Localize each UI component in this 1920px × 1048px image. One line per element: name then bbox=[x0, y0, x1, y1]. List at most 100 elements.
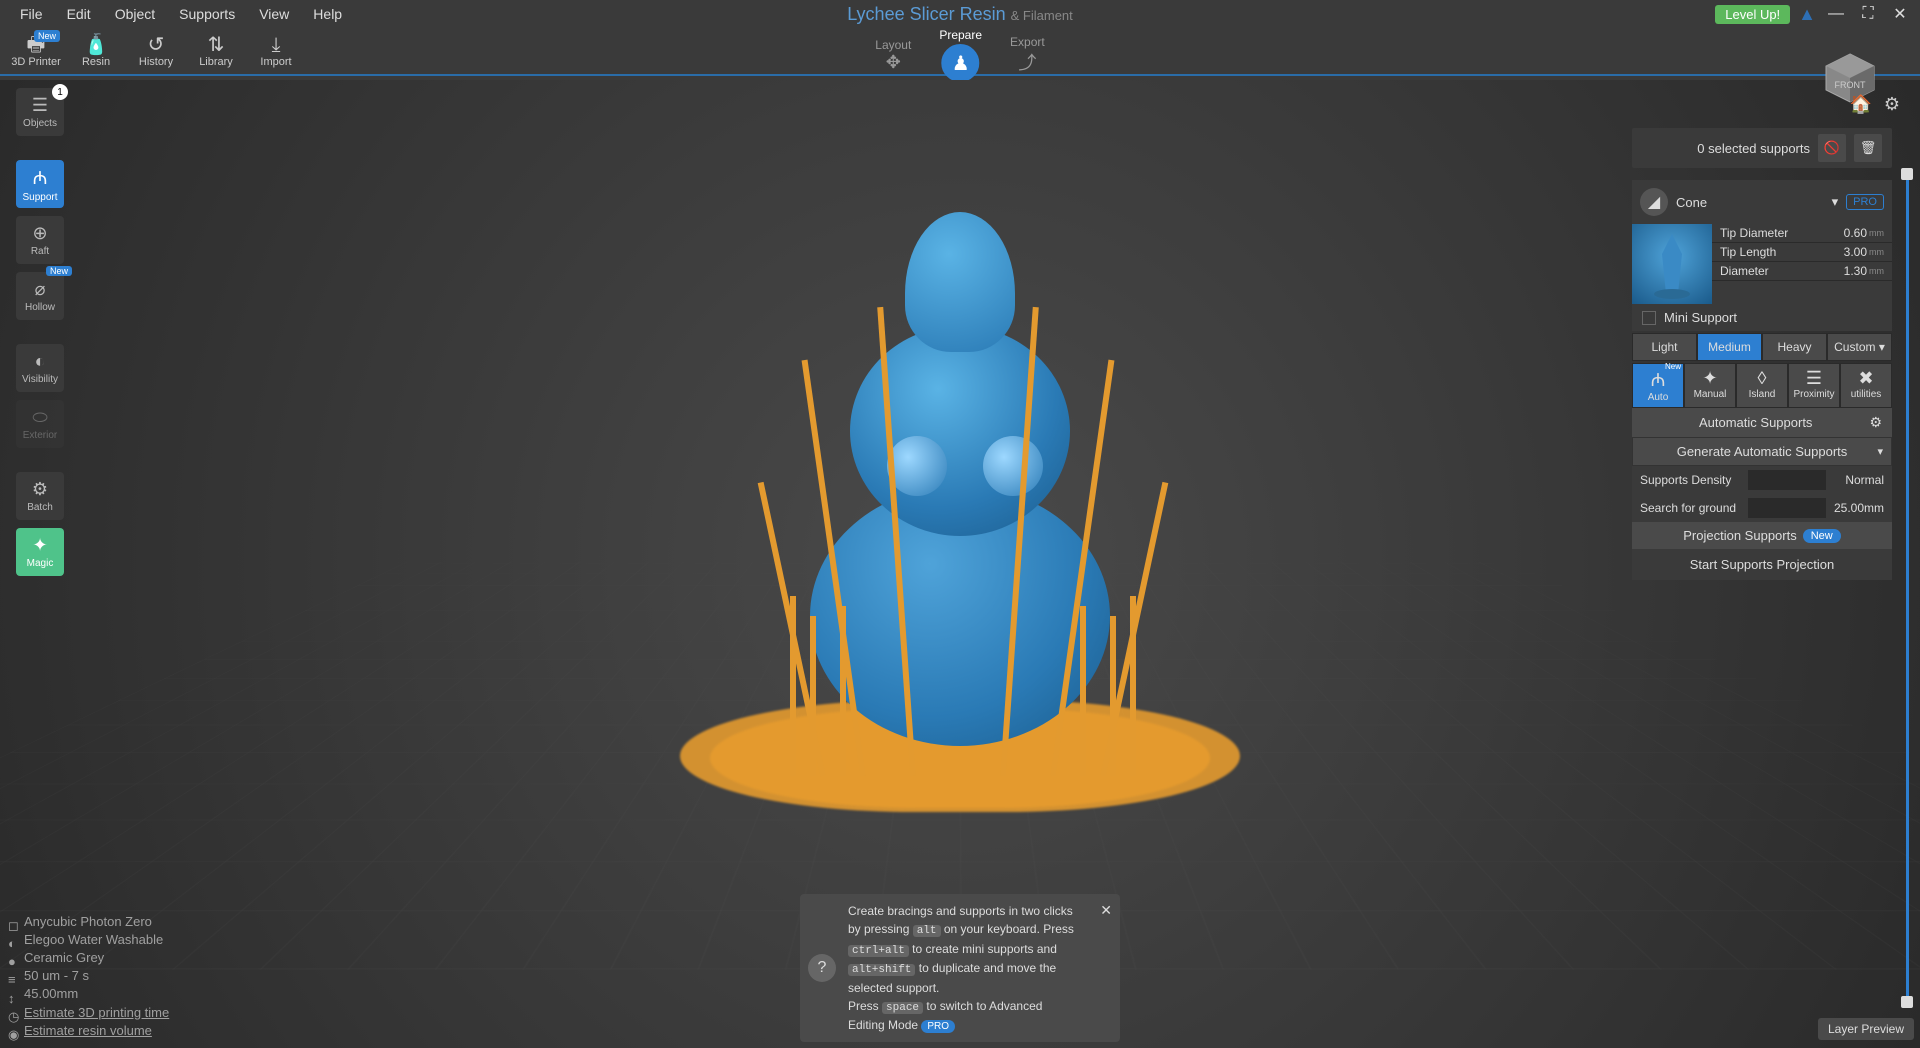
printer-bullet-icon: ◻ bbox=[8, 917, 18, 927]
info-color: Ceramic Grey bbox=[24, 949, 104, 967]
hide-icon[interactable]: 🚫 bbox=[1818, 134, 1846, 162]
mode-island[interactable]: ◊ Island bbox=[1736, 363, 1788, 408]
sidebar-objects[interactable]: 1 ☰ Objects bbox=[16, 88, 64, 136]
tab-prepare[interactable]: Prepare ♟ bbox=[931, 24, 990, 86]
kbd-alt: alt bbox=[913, 925, 941, 937]
size-heavy[interactable]: Heavy bbox=[1762, 333, 1827, 361]
automatic-supports-title: Automatic Supports bbox=[1642, 415, 1869, 430]
sidebar-support[interactable]: ₼ Support bbox=[16, 160, 64, 208]
layer-handle-top[interactable] bbox=[1901, 168, 1913, 180]
resin-button[interactable]: 🧴 Resin bbox=[68, 34, 124, 68]
maximize-button[interactable]: ⛶ bbox=[1856, 2, 1880, 26]
level-up-button[interactable]: Level Up! bbox=[1715, 5, 1790, 24]
tip-diameter-value[interactable]: 0.60 bbox=[1844, 226, 1867, 240]
mode-auto[interactable]: New ₼ Auto bbox=[1632, 363, 1684, 408]
layer-handle-bottom[interactable] bbox=[1901, 996, 1913, 1008]
batch-icon: ⚙ bbox=[32, 479, 48, 500]
resin-bullet-icon: ◐ bbox=[8, 935, 18, 945]
kbd-space: space bbox=[882, 1002, 923, 1014]
batch-label: Batch bbox=[27, 502, 53, 513]
estimate-time-link[interactable]: Estimate 3D printing time bbox=[24, 1004, 169, 1022]
mode-proximity[interactable]: ☰ Proximity bbox=[1788, 363, 1840, 408]
layer-preview-button[interactable]: Layer Preview bbox=[1818, 1018, 1914, 1040]
import-button[interactable]: ⤓ Import bbox=[248, 34, 304, 68]
menu-file[interactable]: File bbox=[8, 2, 55, 26]
support-label: Support bbox=[22, 192, 57, 203]
sidebar-visibility[interactable]: ◐ Visibility bbox=[16, 344, 64, 392]
help-icon[interactable]: ? bbox=[808, 954, 836, 982]
gear-icon[interactable]: ⚙ bbox=[1884, 94, 1900, 115]
height-bullet-icon: ↕ bbox=[8, 990, 18, 1000]
auto-settings-gear-icon[interactable]: ⚙ bbox=[1869, 414, 1882, 431]
sidebar-magic[interactable]: ✦ Magic bbox=[16, 528, 64, 576]
start-projection-button[interactable]: Start Supports Projection bbox=[1632, 549, 1892, 580]
magic-icon: ✦ bbox=[32, 535, 47, 556]
tip-box: ? ✕ Create bracings and supports in two … bbox=[800, 894, 1120, 1042]
history-label: History bbox=[139, 56, 173, 68]
search-ground-label: Search for ground bbox=[1640, 501, 1740, 515]
home-icon[interactable]: 🏠 bbox=[1849, 94, 1871, 115]
navcube-label: FRONT bbox=[1835, 80, 1866, 90]
info-resin: Elegoo Water Washable bbox=[24, 931, 163, 949]
printer-button[interactable]: New 🖶 3D Printer bbox=[8, 34, 64, 68]
exterior-icon: ⬭ bbox=[32, 407, 47, 428]
menu-view[interactable]: View bbox=[247, 2, 301, 26]
support-thumbnail bbox=[1632, 224, 1712, 304]
menu-edit[interactable]: Edit bbox=[55, 2, 103, 26]
unit-mm: mm bbox=[1869, 228, 1884, 238]
minimize-button[interactable]: — bbox=[1824, 2, 1848, 26]
island-icon: ◊ bbox=[1758, 368, 1767, 389]
auto-icon: ₼ bbox=[1651, 368, 1666, 392]
color-bullet-icon: ● bbox=[8, 953, 18, 963]
warning-icon[interactable]: ▲ bbox=[1798, 4, 1816, 25]
app-title-sub: & Filament bbox=[1011, 8, 1073, 23]
chevron-down-icon[interactable]: ▾ bbox=[1832, 194, 1839, 210]
tip-length-value[interactable]: 3.00 bbox=[1844, 245, 1867, 259]
tab-export-label: Export bbox=[1010, 35, 1045, 49]
size-medium[interactable]: Medium bbox=[1697, 333, 1762, 361]
menu-supports[interactable]: Supports bbox=[167, 2, 247, 26]
app-title-main: Lychee Slicer Resin bbox=[847, 4, 1005, 24]
hollow-icon: ⌀ bbox=[35, 279, 46, 300]
mode-utilities[interactable]: ✖ utilities bbox=[1840, 363, 1892, 408]
tab-export[interactable]: Export ⤴ bbox=[1002, 31, 1053, 79]
sidebar-batch[interactable]: ⚙ Batch bbox=[16, 472, 64, 520]
diameter-value[interactable]: 1.30 bbox=[1844, 264, 1867, 278]
estimate-resin-link[interactable]: Estimate resin volume bbox=[24, 1022, 152, 1040]
menu-help[interactable]: Help bbox=[301, 2, 354, 26]
tab-layout[interactable]: Layout ✥ bbox=[867, 34, 919, 77]
viewport-3d[interactable]: 1 ☰ Objects ₼ Support ⊕ Raft New ⌀ Hollo… bbox=[0, 80, 1920, 1048]
menu-object[interactable]: Object bbox=[103, 2, 167, 26]
resin-icon: 🧴 bbox=[84, 34, 109, 56]
visibility-icon: ◐ bbox=[35, 351, 46, 372]
generate-supports-button[interactable]: Generate Automatic Supports ▾ bbox=[1632, 437, 1892, 466]
size-custom[interactable]: Custom ▾ bbox=[1827, 333, 1892, 361]
layer-slider[interactable] bbox=[1900, 168, 1914, 1008]
manual-icon: ✦ bbox=[1702, 368, 1717, 389]
tip-close-icon[interactable]: ✕ bbox=[1100, 900, 1112, 921]
info-height: 45.00mm bbox=[24, 985, 78, 1003]
density-slider[interactable] bbox=[1748, 470, 1826, 490]
pro-badge: PRO bbox=[1846, 194, 1884, 210]
sidebar-hollow[interactable]: New ⌀ Hollow bbox=[16, 272, 64, 320]
density-value: Normal bbox=[1834, 473, 1884, 487]
mode-manual[interactable]: ✦ Manual bbox=[1684, 363, 1736, 408]
history-button[interactable]: ↺ History bbox=[128, 34, 184, 68]
search-ground-slider[interactable] bbox=[1748, 498, 1826, 518]
size-light[interactable]: Light bbox=[1632, 333, 1697, 361]
mini-support-checkbox[interactable] bbox=[1642, 311, 1656, 325]
printer-label: 3D Printer bbox=[11, 56, 61, 68]
import-icon: ⤓ bbox=[272, 34, 281, 56]
raft-icon: ⊕ bbox=[32, 223, 47, 244]
manual-label: Manual bbox=[1694, 389, 1727, 400]
tab-prepare-label: Prepare bbox=[939, 28, 982, 42]
chevron-down-icon[interactable]: ▾ bbox=[1877, 445, 1883, 458]
close-button[interactable]: ✕ bbox=[1888, 2, 1912, 26]
support-shape-select[interactable]: Cone bbox=[1676, 195, 1824, 210]
library-label: Library bbox=[199, 56, 233, 68]
delete-icon[interactable]: 🗑 bbox=[1854, 134, 1882, 162]
proximity-icon: ☰ bbox=[1806, 368, 1822, 389]
search-ground-value[interactable]: 25.00 bbox=[1834, 501, 1864, 515]
sidebar-raft[interactable]: ⊕ Raft bbox=[16, 216, 64, 264]
library-button[interactable]: ⇅ Library bbox=[188, 34, 244, 68]
